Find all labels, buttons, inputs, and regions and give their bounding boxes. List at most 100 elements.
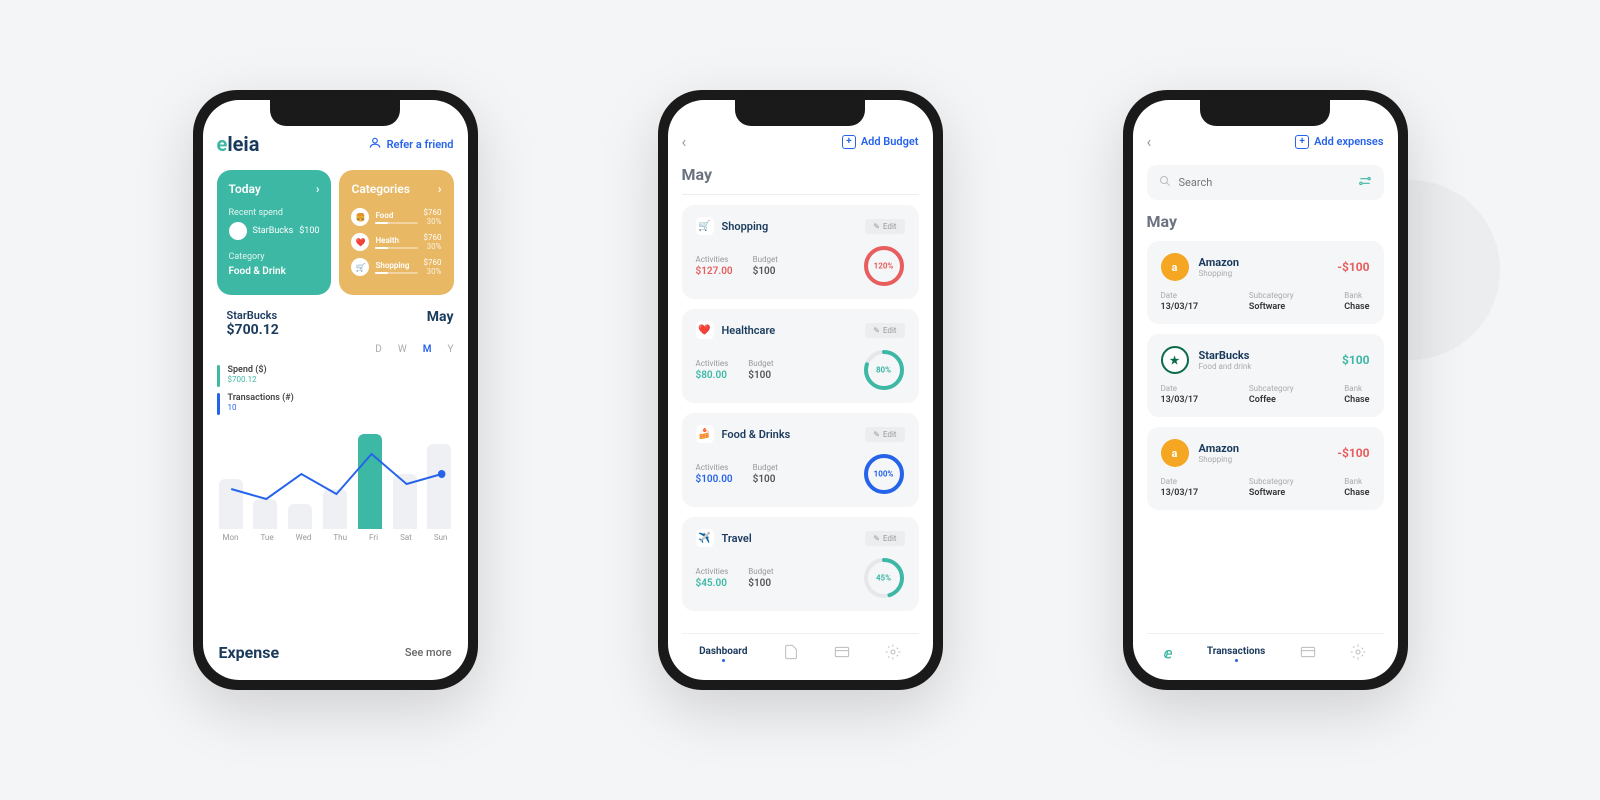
- pencil-icon: ✎: [873, 222, 880, 231]
- category-value: Food & Drink: [229, 266, 320, 277]
- period-tabs: DWMY: [217, 344, 454, 355]
- period-tab-M[interactable]: M: [423, 344, 432, 355]
- budget-card[interactable]: ✈️Travel ✎Edit Activities$45.00 Budget$1…: [682, 517, 919, 611]
- budget-card[interactable]: 🛒Shopping ✎Edit Activities$127.00 Budget…: [682, 205, 919, 299]
- budget-icon: 🍰: [696, 425, 714, 443]
- budget-card[interactable]: 🍰Food & Drinks ✎Edit Activities$100.00 B…: [682, 413, 919, 507]
- tx-amount: -$100: [1337, 446, 1369, 460]
- tx-merchant-name: Amazon: [1199, 256, 1240, 269]
- month-title: May: [1147, 212, 1384, 231]
- categories-card[interactable]: Categories › 🍔 Food $76030% ❤️ Health $76…: [339, 170, 453, 295]
- today-title: Today: [229, 182, 261, 196]
- nav-cards[interactable]: [834, 644, 850, 664]
- chart-day-label: Thu: [333, 533, 347, 542]
- recent-spend-label: Recent spend: [229, 208, 320, 218]
- app-logo: eleia: [217, 132, 260, 156]
- nav-documents[interactable]: [783, 644, 799, 664]
- summary-amount: $700.12: [227, 322, 279, 338]
- add-expenses-button[interactable]: + Add expenses: [1295, 135, 1383, 149]
- refer-label: Refer a friend: [387, 138, 454, 151]
- phone-budget: ‹ + Add Budget May 🛒Shopping ✎Edit Activ…: [658, 90, 943, 690]
- budget-name: Travel: [722, 532, 752, 545]
- period-tab-Y[interactable]: Y: [447, 344, 453, 355]
- period-tab-W[interactable]: W: [398, 344, 407, 355]
- chart-day-label: Wed: [296, 533, 312, 542]
- pencil-icon: ✎: [873, 534, 880, 543]
- category-icon: 🛒: [351, 258, 369, 276]
- transaction-card[interactable]: a AmazonShopping -$100 Date13/03/17 Subc…: [1147, 427, 1384, 510]
- back-button[interactable]: ‹: [682, 132, 687, 151]
- back-button[interactable]: ‹: [1147, 132, 1152, 151]
- period-tab-D[interactable]: D: [375, 344, 382, 355]
- bottom-nav: ⅇ Transactions: [1147, 633, 1384, 668]
- edit-button[interactable]: ✎Edit: [865, 427, 904, 442]
- chart-bar: [253, 499, 277, 529]
- merchant-icon: a: [1161, 439, 1189, 467]
- category-icon: 🍔: [351, 208, 369, 226]
- add-budget-button[interactable]: + Add Budget: [842, 135, 919, 149]
- refer-friend-button[interactable]: Refer a friend: [368, 136, 454, 153]
- tx-merchant-name: StarBucks: [1199, 349, 1252, 362]
- tx-merchant-name: Amazon: [1199, 442, 1240, 455]
- chart-day-label: Fri: [369, 533, 378, 542]
- budget-card[interactable]: ❤️Healthcare ✎Edit Activities$80.00 Budg…: [682, 309, 919, 403]
- progress-ring: 80%: [863, 349, 905, 391]
- spend-legend-bar: [217, 365, 220, 387]
- search-input[interactable]: [1179, 176, 1358, 189]
- phone-notch: [1200, 100, 1330, 126]
- chart-bar: [393, 474, 417, 529]
- budget-icon: 🛒: [696, 217, 714, 235]
- budget-icon: ❤️: [696, 321, 714, 339]
- category-label: Category: [229, 252, 320, 262]
- edit-button[interactable]: ✎Edit: [865, 219, 904, 234]
- expense-title: Expense: [219, 643, 280, 662]
- tx-category: Food and drink: [1199, 362, 1252, 371]
- nav-dashboard[interactable]: Dashboard: [699, 646, 747, 662]
- chevron-right-icon: ›: [316, 182, 320, 196]
- today-card[interactable]: Today› Recent spend ★ StarBucks $100 Cat…: [217, 170, 332, 295]
- document-icon: [783, 644, 799, 664]
- tx-amount: -$100: [1337, 260, 1369, 274]
- search-bar[interactable]: [1147, 165, 1384, 200]
- edit-button[interactable]: ✎Edit: [865, 323, 904, 338]
- filter-icon[interactable]: [1358, 174, 1372, 191]
- budget-icon: ✈️: [696, 529, 714, 547]
- transaction-card[interactable]: ★ StarBucksFood and drink $100 Date13/03…: [1147, 334, 1384, 417]
- see-more-button[interactable]: See more: [405, 646, 452, 659]
- nav-settings[interactable]: [885, 644, 901, 664]
- chart-day-label: Sun: [434, 533, 448, 542]
- spend-legend-title: Spend ($): [228, 365, 267, 375]
- add-budget-label: Add Budget: [861, 135, 919, 148]
- transaction-card[interactable]: a AmazonShopping -$100 Date13/03/17 Subc…: [1147, 241, 1384, 324]
- categories-title: Categories: [351, 182, 409, 196]
- expense-chart: [217, 429, 454, 529]
- gear-icon: [885, 644, 901, 664]
- category-item[interactable]: 🍔 Food $76030%: [351, 208, 441, 226]
- summary-month: May: [427, 309, 454, 325]
- search-icon: [1159, 175, 1171, 190]
- category-icon: ❤️: [351, 233, 369, 251]
- chevron-right-icon: ›: [438, 182, 442, 196]
- category-item[interactable]: ❤️ Health $76030%: [351, 233, 441, 251]
- category-item[interactable]: 🛒 Shopping $76030%: [351, 258, 441, 276]
- nav-cards[interactable]: [1300, 644, 1316, 664]
- chart-day-label: Tue: [261, 533, 274, 542]
- merchant-icon: ★: [1161, 346, 1189, 374]
- tx-category: Shopping: [1199, 455, 1240, 464]
- tx-legend-bar: [217, 393, 220, 415]
- chart-bar: [427, 444, 451, 529]
- chart-bar: [288, 504, 312, 529]
- card-icon: [834, 644, 850, 664]
- gear-icon: [1350, 644, 1366, 664]
- nav-settings[interactable]: [1350, 644, 1366, 664]
- chart-bar: [323, 489, 347, 529]
- spend-amount: $100: [299, 226, 319, 236]
- summary-merchant: StarBucks: [227, 309, 279, 322]
- pencil-icon: ✎: [873, 430, 880, 439]
- progress-ring: 45%: [863, 557, 905, 599]
- budget-name: Shopping: [722, 220, 769, 233]
- budget-name: Healthcare: [722, 324, 776, 337]
- edit-button[interactable]: ✎Edit: [865, 531, 904, 546]
- nav-home[interactable]: ⅇ: [1164, 646, 1173, 662]
- nav-transactions[interactable]: Transactions: [1207, 646, 1265, 662]
